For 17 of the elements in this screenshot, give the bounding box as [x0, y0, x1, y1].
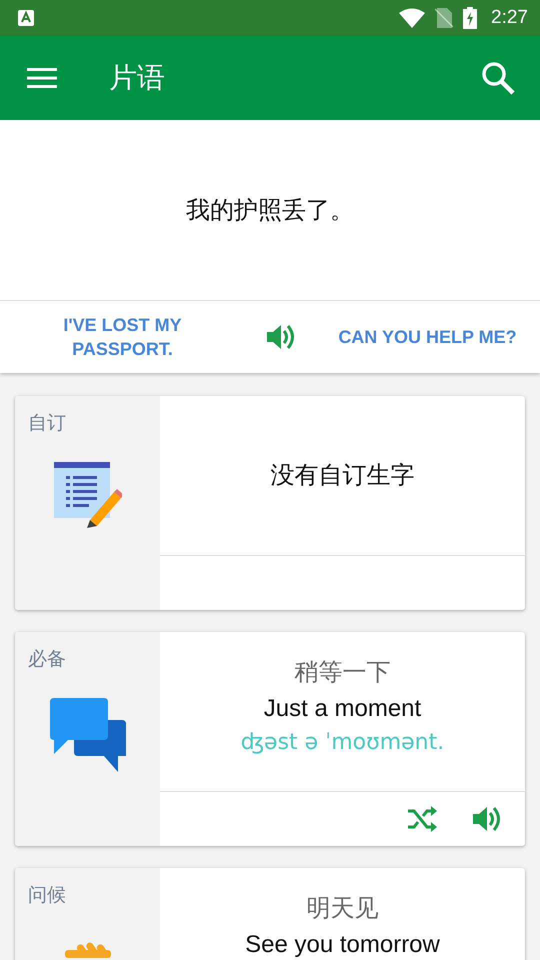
category-card[interactable]: 问候 明天见 See you tomorrow	[15, 868, 525, 960]
category-card[interactable]: 自订 没有自订生字	[15, 396, 525, 610]
category-label: 自订	[28, 411, 66, 436]
previous-phrase-link[interactable]: I'VE LOST MY PASSPORT.	[0, 313, 245, 361]
category-label: 必备	[28, 647, 66, 672]
chinese-phrase: 明天见	[306, 895, 378, 923]
english-phrase: Just a moment	[264, 694, 422, 722]
category-card[interactable]: 必备 稍等一下 Just a moment ʤəst ə ˈmoʊmənt.	[15, 632, 525, 846]
english-phrase: See you tomorrow	[245, 930, 440, 958]
phrase-text: 我的护照丢了。	[185, 195, 355, 226]
empty-message: 没有自订生字	[270, 462, 414, 490]
app-title: 片语	[109, 60, 165, 96]
status-time: 2:27	[491, 7, 528, 29]
next-phrase-link[interactable]: CAN YOU HELP ME?	[315, 325, 540, 349]
category-label: 问候	[28, 883, 66, 908]
phonetic-text: ʤəst ə ˈmoʊmənt.	[240, 730, 444, 756]
chinese-phrase: 稍等一下	[294, 659, 390, 687]
